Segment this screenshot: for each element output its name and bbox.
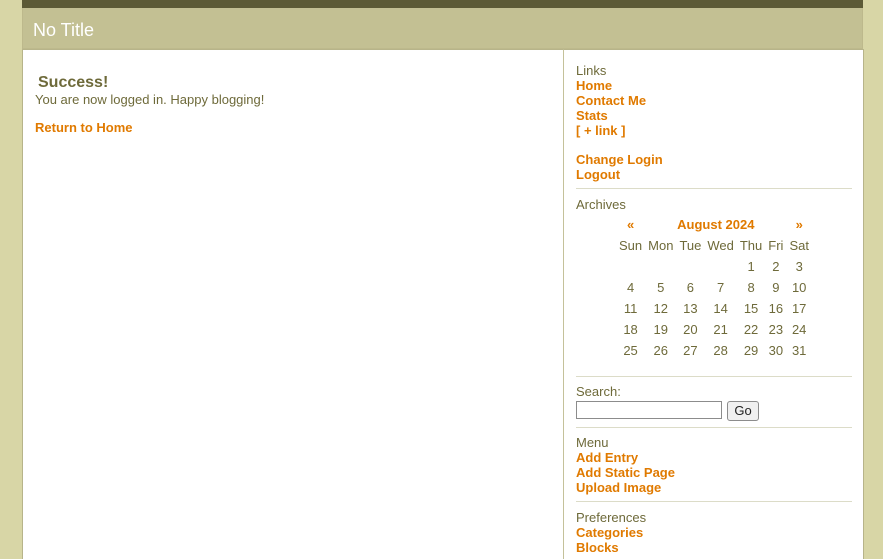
calendar-day: [645, 256, 676, 277]
weekday-label: Sun: [619, 238, 643, 253]
weekday-label: Thu: [739, 238, 763, 253]
add-static-page-link[interactable]: Add Static Page: [576, 465, 852, 480]
logout-link[interactable]: Logout: [576, 167, 852, 182]
account-section: Change Login Logout: [576, 152, 852, 182]
calendar-day: 29: [743, 343, 759, 358]
main-content: Success! You are now logged in. Happy bl…: [22, 49, 563, 559]
search-label: Search:: [576, 384, 621, 399]
top-bar: [22, 0, 863, 8]
weekday-label: Wed: [707, 238, 734, 253]
calendar-day: 9: [772, 280, 780, 295]
divider: [576, 427, 852, 428]
change-login-link[interactable]: Change Login: [576, 152, 852, 167]
calendar-nav-row: « August 2024 »: [616, 214, 812, 235]
contact-me-link[interactable]: Contact Me: [576, 93, 852, 108]
calendar-day: 2: [772, 259, 780, 274]
blocks-link[interactable]: Blocks: [576, 540, 852, 555]
calendar-day: 11: [623, 301, 638, 316]
weekday-label: Fri: [768, 238, 784, 253]
search-go-button[interactable]: Go: [727, 401, 759, 421]
calendar-day: 15: [743, 301, 759, 316]
weekday-label: Sat: [789, 238, 809, 253]
archives-header-label: Archives: [576, 197, 626, 212]
sidebar: Links Home Contact Me Stats [ + link ] C…: [563, 49, 864, 559]
divider: [576, 376, 852, 377]
calendar-day: 1: [747, 259, 755, 274]
add-entry-link[interactable]: Add Entry: [576, 450, 852, 465]
calendar-day: 7: [716, 280, 725, 295]
preferences-section: Preferences Categories Blocks: [576, 510, 852, 555]
calendar-day: 16: [768, 301, 784, 316]
archive-calendar: « August 2024 » Sun Mon Tue Wed Thu Fri …: [616, 214, 812, 361]
calendar-day: 19: [653, 322, 669, 337]
divider: [576, 501, 852, 502]
calendar-day: 24: [791, 322, 807, 337]
weekday-label: Tue: [679, 238, 702, 253]
calendar-day: 13: [683, 301, 698, 316]
calendar-day: 4: [626, 280, 635, 295]
menu-header: Menu: [576, 435, 609, 450]
calendar-day: 6: [686, 280, 695, 295]
add-link-link[interactable]: [ + link ]: [576, 123, 852, 138]
login-message: You are now logged in. Happy blogging!: [35, 92, 265, 107]
search-input[interactable]: [576, 401, 722, 419]
prev-month-link[interactable]: «: [616, 214, 645, 235]
calendar-day: 14: [713, 301, 728, 316]
calendar-week: 4 5 6 7 8 9 10: [616, 277, 812, 298]
divider: [576, 188, 852, 189]
calendar-day: 5: [657, 280, 665, 295]
search-section: Search:: [576, 384, 852, 399]
links-header: Links: [576, 63, 607, 78]
success-heading: Success!: [38, 74, 109, 91]
calendar-day: 30: [768, 343, 784, 358]
calendar-day: 3: [795, 259, 803, 274]
weekday-label: Mon: [648, 238, 674, 253]
calendar-day: 22: [743, 322, 759, 337]
calendar-day: 17: [791, 301, 807, 316]
calendar-day: 26: [653, 343, 669, 358]
calendar-day: 21: [713, 322, 728, 337]
calendar-day: [676, 256, 704, 277]
calendar-day: 28: [713, 343, 728, 358]
weekday-row: Sun Mon Tue Wed Thu Fri Sat: [616, 235, 812, 256]
calendar-day: 12: [653, 301, 669, 316]
page-title: No Title: [33, 20, 95, 40]
next-month-link[interactable]: »: [786, 214, 812, 235]
calendar-day: 23: [768, 322, 784, 337]
calendar-day: [616, 256, 645, 277]
categories-link[interactable]: Categories: [576, 525, 852, 540]
calendar-week: 25 26 27 28 29 30 31: [616, 340, 812, 361]
calendar-day: 18: [623, 322, 638, 337]
calendar-day: 20: [683, 322, 698, 337]
return-home-link[interactable]: Return to Home: [35, 120, 133, 135]
preferences-header: Preferences: [576, 510, 647, 525]
menu-section: Menu Add Entry Add Static Page Upload Im…: [576, 435, 852, 495]
calendar-week: 1 2 3: [616, 256, 812, 277]
archives-header: Archives: [576, 197, 852, 212]
calendar-day: 8: [747, 280, 755, 295]
calendar-day: [704, 256, 737, 277]
title-bar: No Title: [22, 8, 863, 49]
calendar-week: 18 19 20 21 22 23 24: [616, 319, 812, 340]
stats-link[interactable]: Stats: [576, 108, 852, 123]
links-section: Links Home Contact Me Stats [ + link ]: [576, 63, 852, 138]
calendar-week: 11 12 13 14 15 16 17: [616, 298, 812, 319]
calendar-day: 31: [791, 343, 807, 358]
calendar-day: 27: [683, 343, 698, 358]
calendar-day: 10: [791, 280, 807, 295]
home-link[interactable]: Home: [576, 78, 852, 93]
upload-image-link[interactable]: Upload Image: [576, 480, 852, 495]
calendar-day: 25: [623, 343, 638, 358]
calendar-month[interactable]: August 2024: [645, 214, 786, 235]
